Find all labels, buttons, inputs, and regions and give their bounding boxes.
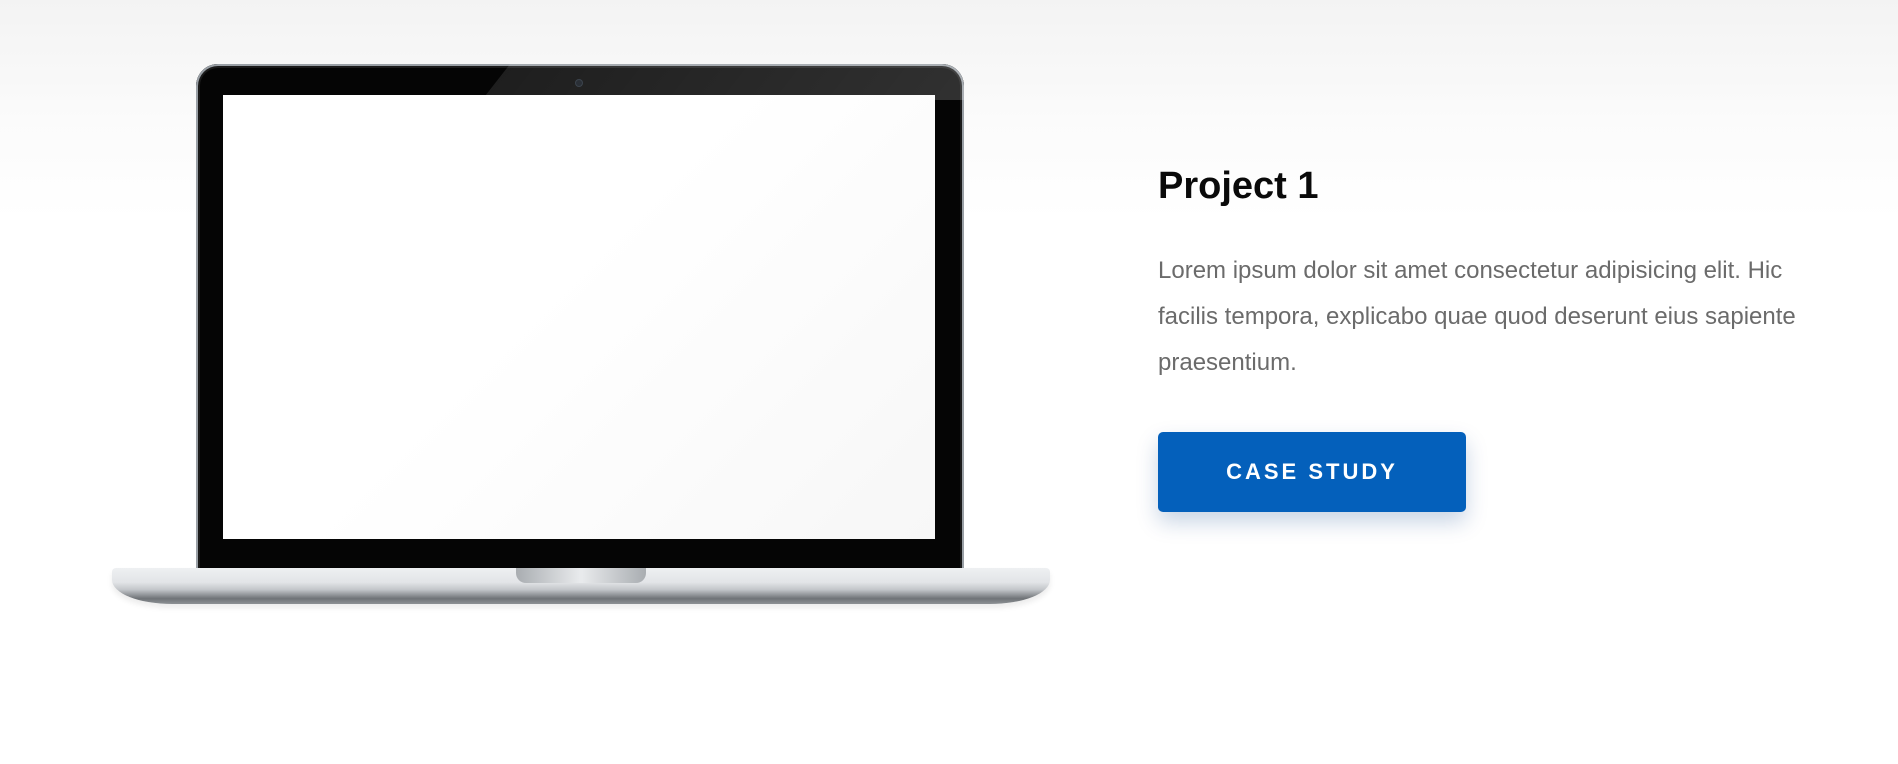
camera-icon <box>576 80 582 86</box>
project-title: Project 1 <box>1158 165 1319 207</box>
project-showcase-section: Project 1 Lorem ipsum dolor sit amet con… <box>0 0 1898 764</box>
laptop-lid <box>196 64 964 572</box>
project-description: Lorem ipsum dolor sit amet consectetur a… <box>1158 257 1796 376</box>
laptop-mockup-icon <box>112 64 1050 604</box>
project-details: Project 1 Lorem ipsum dolor sit amet con… <box>1158 160 1858 512</box>
project-preview-screen <box>223 95 935 539</box>
laptop-notch <box>516 568 646 583</box>
case-study-button[interactable]: CASE STUDY <box>1158 432 1466 512</box>
